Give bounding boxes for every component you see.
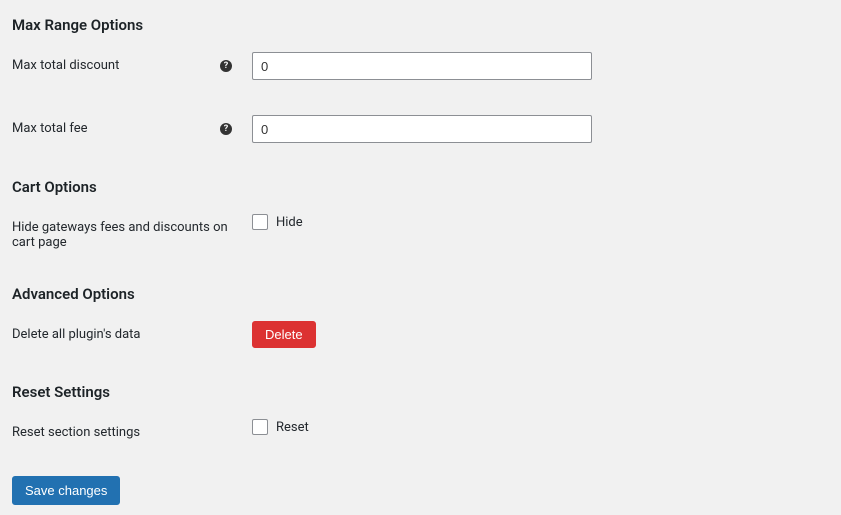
label-max-total-discount: Max total discount ? bbox=[12, 52, 232, 73]
section-heading-max-range: Max Range Options bbox=[12, 16, 829, 34]
field-col: Delete bbox=[232, 321, 316, 348]
section-heading-reset: Reset Settings bbox=[12, 383, 829, 401]
label-reset-section: Reset section settings bbox=[12, 419, 232, 440]
row-max-total-discount: Max total discount ? bbox=[12, 52, 829, 80]
row-delete-plugin-data: Delete all plugin's data Delete bbox=[12, 321, 829, 348]
label-delete-plugin-data: Delete all plugin's data bbox=[12, 321, 232, 342]
hide-gateways-checkbox[interactable] bbox=[252, 214, 268, 230]
help-icon[interactable]: ? bbox=[220, 123, 232, 135]
row-reset-section: Reset section settings Reset bbox=[12, 419, 829, 440]
checkbox-label-reset: Reset bbox=[276, 420, 309, 435]
row-hide-gateways: Hide gateways fees and discounts on cart… bbox=[12, 214, 829, 250]
label-text: Hide gateways fees and discounts on cart… bbox=[12, 220, 232, 250]
label-text: Delete all plugin's data bbox=[12, 327, 232, 342]
section-heading-advanced: Advanced Options bbox=[12, 285, 829, 303]
label-max-total-fee: Max total fee ? bbox=[12, 115, 232, 136]
section-heading-cart: Cart Options bbox=[12, 178, 829, 196]
delete-button[interactable]: Delete bbox=[252, 321, 316, 348]
label-hide-gateways: Hide gateways fees and discounts on cart… bbox=[12, 214, 232, 250]
label-text: Max total fee bbox=[12, 121, 232, 136]
help-icon[interactable]: ? bbox=[220, 60, 232, 72]
field-col bbox=[232, 115, 592, 143]
field-col: Hide bbox=[232, 214, 303, 230]
field-col: Reset bbox=[232, 419, 309, 435]
field-col bbox=[232, 52, 592, 80]
checkbox-label-hide: Hide bbox=[276, 215, 303, 230]
label-text: Reset section settings bbox=[12, 425, 232, 440]
reset-section-checkbox[interactable] bbox=[252, 419, 268, 435]
max-total-fee-input[interactable] bbox=[252, 115, 592, 143]
max-total-discount-input[interactable] bbox=[252, 52, 592, 80]
save-changes-button[interactable]: Save changes bbox=[12, 476, 120, 505]
row-max-total-fee: Max total fee ? bbox=[12, 115, 829, 143]
label-text: Max total discount bbox=[12, 58, 232, 73]
